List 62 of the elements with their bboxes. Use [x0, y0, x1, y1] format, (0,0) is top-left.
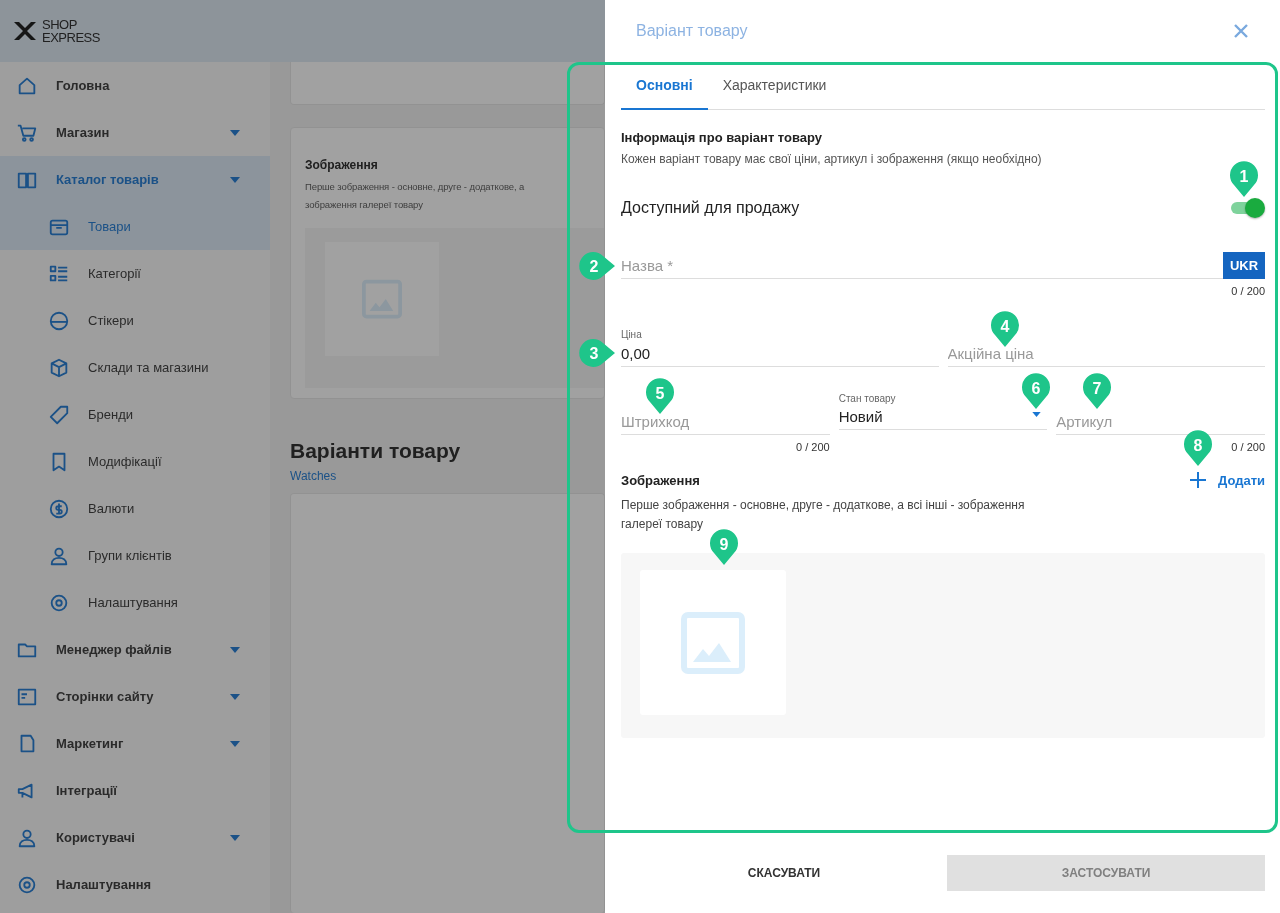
sidebar-item[interactable]: Бренди [0, 391, 270, 438]
sidebar-item[interactable]: Налаштування [0, 579, 270, 626]
annotation-marker: 5 [645, 378, 675, 415]
section-title: Зображення [305, 158, 379, 172]
annotation-marker: 6 [1021, 373, 1051, 410]
annotation-marker: 3 [579, 338, 616, 368]
annotation-marker: 4 [990, 311, 1020, 348]
sidebar-item[interactable]: Маркетинг [0, 720, 270, 767]
sidebar-item[interactable]: Магазин [0, 109, 270, 156]
annotation-marker: 2 [579, 251, 616, 281]
tab[interactable]: Основні [621, 62, 708, 110]
barcode-field[interactable]: Штрихкод [621, 409, 830, 435]
annotation-marker: 7 [1082, 373, 1112, 410]
cube-icon [48, 356, 70, 379]
toggle-switch[interactable] [1229, 198, 1265, 218]
variant-link[interactable]: Watches [290, 469, 337, 483]
add-button[interactable]: Додати [1189, 472, 1265, 488]
dollar-icon [48, 497, 70, 520]
price-field[interactable]: 0,00 [621, 345, 939, 362]
description-text: зображення галереї товару [305, 198, 424, 212]
sidebar-item[interactable]: Користувачі [0, 814, 270, 861]
annotation-marker: 1 [1229, 161, 1259, 198]
field-label: Стан товару [838, 393, 896, 404]
sidebar-item[interactable]: Категорії [0, 250, 270, 297]
sidebar-item[interactable]: Товари [0, 203, 270, 250]
sidebar-item[interactable]: Модифікації [0, 438, 270, 485]
sidebar-item[interactable]: Сторінки сайту [0, 673, 270, 720]
sidebar-item[interactable]: Групи клієнтів [0, 532, 270, 579]
close-button[interactable] [1234, 24, 1248, 38]
annotation-marker: 9 [709, 529, 739, 566]
sale-price-field[interactable]: Акційна ціна [947, 341, 1265, 367]
sticker-icon [48, 309, 70, 332]
section-heading: Варіанти товару [290, 439, 462, 463]
sidebar-item[interactable]: Склади та магазини [0, 344, 270, 391]
sidebar-item[interactable]: Налаштування [0, 861, 270, 908]
toggle-label: Доступний для продажу [621, 199, 800, 217]
image-tile[interactable] [640, 570, 786, 715]
sidebar-item[interactable]: Головна [0, 62, 270, 109]
char-counter: 0 / 200 [796, 441, 830, 453]
field-label: Ціна [621, 329, 642, 340]
char-counter: 0 / 200 [1231, 285, 1265, 297]
language-button[interactable]: UKR [1223, 252, 1265, 279]
tab[interactable]: Характеристики [707, 62, 842, 110]
logo-icon [12, 19, 38, 43]
logo-text: SHOP EXPRESS [42, 18, 100, 44]
char-counter: 0 / 200 [1231, 441, 1265, 453]
sidebar-item[interactable]: Інтеграції [0, 767, 270, 814]
caret-icon [1032, 412, 1042, 417]
sidebar-item[interactable]: Стікери [0, 297, 270, 344]
image-placeholder-icon [681, 611, 745, 674]
section-title: Інформація про варіант товару [621, 130, 824, 145]
sidebar-item[interactable]: Валюти [0, 485, 270, 532]
label-icon [48, 403, 70, 426]
annotation-marker: 8 [1183, 430, 1213, 467]
description-text: Перше зображення - основне, друге - додаткове, а [305, 180, 526, 194]
drawer-title: Варіант товару [636, 22, 748, 40]
name-field[interactable]: Назва * [621, 253, 1224, 279]
sidebar-item[interactable]: Менеджер файлів [0, 626, 270, 673]
plus-icon [1189, 472, 1206, 488]
section-subtitle: Кожен варіант товару має свої ціни, артикул і зображення (якщо необхідно) [621, 152, 1043, 166]
section-title: Зображення [621, 472, 700, 488]
cancel-button[interactable]: СКАСУВАТИ [741, 860, 827, 886]
